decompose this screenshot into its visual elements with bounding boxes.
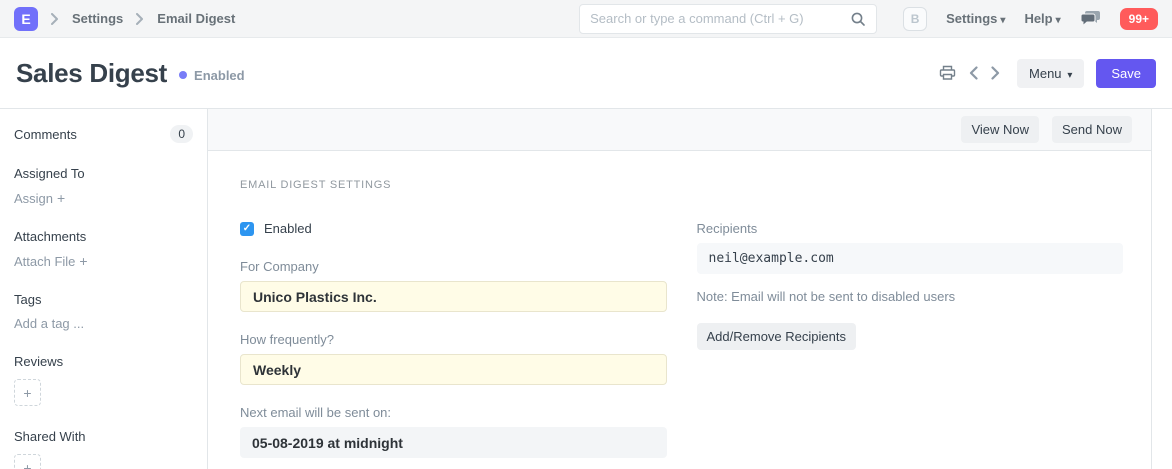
form-main: View Now Send Now EMAIL DIGEST SETTINGS … bbox=[208, 109, 1152, 469]
plus-icon: + bbox=[79, 253, 87, 269]
recipients-note: Note: Email will not be sent to disabled… bbox=[697, 289, 1124, 304]
form-body: EMAIL DIGEST SETTINGS ✓ Enabled For Comp… bbox=[208, 151, 1151, 469]
sidebar-section-attachments: Attachments Attach File+ bbox=[14, 229, 193, 269]
form-grid: ✓ Enabled For Company How frequently? Ne… bbox=[240, 221, 1123, 469]
for-company-label: For Company bbox=[240, 259, 667, 274]
for-company-input[interactable] bbox=[240, 281, 667, 312]
next-email-field: Next email will be sent on: 05-08-2019 a… bbox=[240, 405, 667, 458]
recipients-label: Recipients bbox=[697, 221, 1124, 236]
reviews-heading: Reviews bbox=[14, 354, 193, 369]
caret-down-icon: ▾ bbox=[1056, 15, 1061, 26]
app-logo[interactable]: E bbox=[14, 7, 38, 31]
add-tag-input[interactable]: Add a tag ... bbox=[14, 316, 84, 331]
sidebar-section-tags: Tags Add a tag ... bbox=[14, 292, 193, 331]
page-actions: Menu ▾ Save bbox=[937, 59, 1156, 88]
chevron-right-icon bbox=[991, 66, 1000, 80]
sidebar-section-shared-with: Shared With + bbox=[14, 429, 193, 469]
plus-icon: + bbox=[23, 385, 31, 401]
enabled-checkbox[interactable]: ✓ bbox=[240, 222, 254, 236]
notifications-badge[interactable]: 99+ bbox=[1120, 8, 1158, 30]
breadcrumb-chevron-icon bbox=[51, 13, 59, 25]
navbar: E Settings Email Digest B Settings▾ Help… bbox=[0, 0, 1172, 38]
section-heading: EMAIL DIGEST SETTINGS bbox=[240, 179, 1123, 191]
recipients-value[interactable]: neil@example.com bbox=[697, 243, 1124, 274]
plus-icon: + bbox=[23, 460, 31, 469]
for-company-field: For Company bbox=[240, 259, 667, 312]
recipients-field: Recipients neil@example.com Note: Email … bbox=[697, 221, 1124, 350]
frequency-label: How frequently? bbox=[240, 332, 667, 347]
add-remove-recipients-button[interactable]: Add/Remove Recipients bbox=[697, 323, 856, 350]
assigned-to-heading: Assigned To bbox=[14, 166, 193, 181]
breadcrumb-settings[interactable]: Settings bbox=[72, 11, 123, 26]
add-review-button[interactable]: + bbox=[14, 379, 41, 406]
menu-button[interactable]: Menu ▾ bbox=[1017, 59, 1084, 88]
frequency-input[interactable] bbox=[240, 354, 667, 385]
shared-with-heading: Shared With bbox=[14, 429, 193, 444]
sidebar-section-reviews: Reviews + bbox=[14, 354, 193, 406]
navbar-right: B Settings▾ Help▾ 99+ bbox=[903, 7, 1158, 31]
attach-file-link[interactable]: Attach File+ bbox=[14, 253, 88, 269]
printer-icon bbox=[939, 65, 956, 81]
next-record-button[interactable] bbox=[989, 64, 1002, 82]
view-now-button[interactable]: View Now bbox=[961, 116, 1039, 143]
caret-down-icon: ▾ bbox=[1065, 70, 1073, 81]
form-sidebar: Comments 0 Assigned To Assign+ Attachmen… bbox=[0, 109, 208, 469]
search-input[interactable] bbox=[590, 11, 850, 26]
frequency-field: How frequently? bbox=[240, 332, 667, 385]
next-email-value: 05-08-2019 at midnight bbox=[240, 427, 667, 458]
right-gutter bbox=[1152, 109, 1172, 469]
plus-icon: + bbox=[57, 190, 65, 206]
global-search bbox=[579, 4, 877, 34]
prev-record-button[interactable] bbox=[967, 64, 980, 82]
chevron-left-icon bbox=[969, 66, 978, 80]
send-now-button[interactable]: Send Now bbox=[1052, 116, 1132, 143]
page-title: Sales Digest bbox=[16, 58, 167, 89]
status-indicator: Enabled bbox=[179, 68, 245, 83]
breadcrumb-email-digest[interactable]: Email Digest bbox=[157, 11, 235, 26]
tags-heading: Tags bbox=[14, 292, 193, 307]
save-button[interactable]: Save bbox=[1096, 59, 1156, 88]
nav-settings-dropdown[interactable]: Settings▾ bbox=[946, 11, 1005, 26]
caret-down-icon: ▾ bbox=[1000, 15, 1005, 26]
enabled-checkbox-row[interactable]: ✓ Enabled bbox=[240, 221, 667, 236]
sidebar-item-comments[interactable]: Comments 0 bbox=[14, 125, 193, 143]
page-head: Sales Digest Enabled Menu ▾ Save bbox=[0, 38, 1172, 109]
attachments-heading: Attachments bbox=[14, 229, 193, 244]
chat-icon[interactable] bbox=[1080, 10, 1101, 27]
next-email-label: Next email will be sent on: bbox=[240, 405, 667, 420]
content: Comments 0 Assigned To Assign+ Attachmen… bbox=[0, 109, 1172, 469]
sidebar-section-assigned-to: Assigned To Assign+ bbox=[14, 166, 193, 206]
comments-label: Comments bbox=[14, 127, 77, 142]
comments-count-badge: 0 bbox=[170, 125, 193, 143]
user-avatar[interactable]: B bbox=[903, 7, 927, 31]
add-share-button[interactable]: + bbox=[14, 454, 41, 469]
search-icon bbox=[850, 11, 866, 27]
enabled-label: Enabled bbox=[264, 221, 312, 236]
assign-link[interactable]: Assign+ bbox=[14, 190, 65, 206]
form-column-right: Recipients neil@example.com Note: Email … bbox=[697, 221, 1124, 469]
status-label: Enabled bbox=[194, 68, 245, 83]
form-column-left: ✓ Enabled For Company How frequently? Ne… bbox=[240, 221, 667, 469]
status-dot-icon bbox=[179, 71, 187, 79]
breadcrumb-chevron-icon bbox=[136, 13, 144, 25]
print-button[interactable] bbox=[937, 63, 958, 83]
form-toolbar: View Now Send Now bbox=[208, 109, 1151, 151]
nav-help-dropdown[interactable]: Help▾ bbox=[1024, 11, 1060, 26]
